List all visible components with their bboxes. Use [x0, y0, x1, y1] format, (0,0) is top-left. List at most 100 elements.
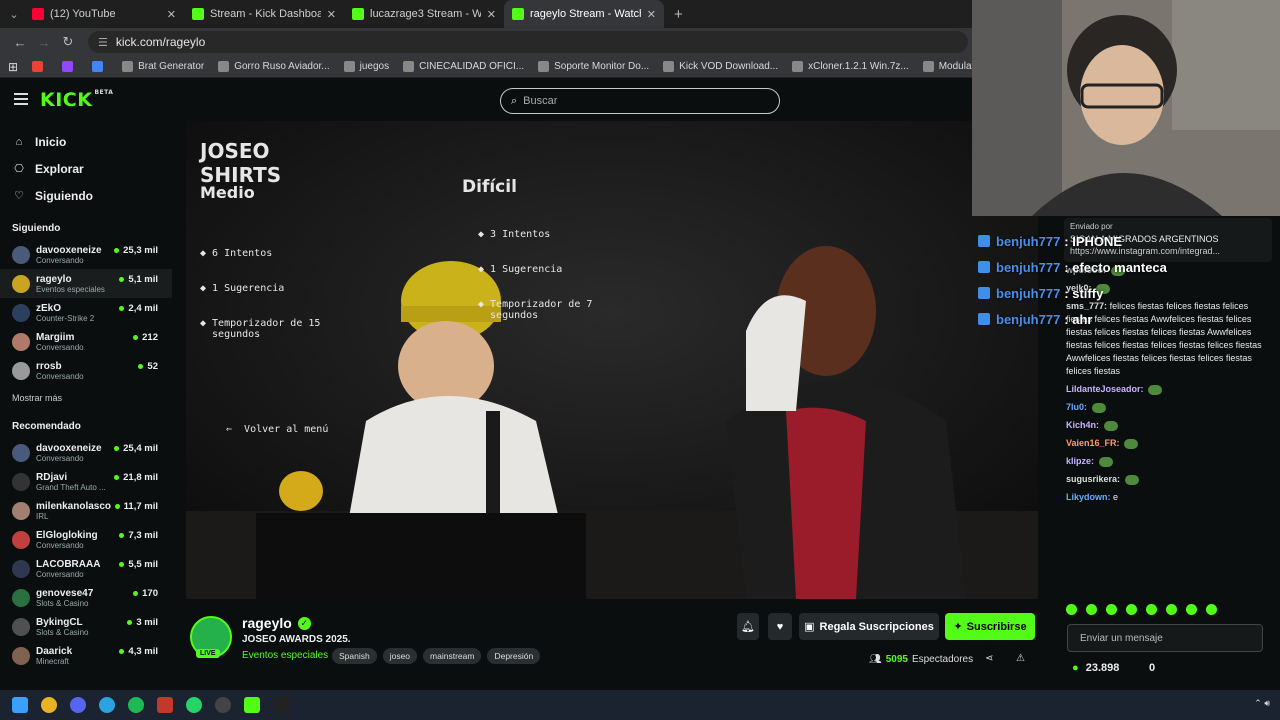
twitch-icon[interactable] — [62, 61, 78, 72]
browser-tab[interactable]: Stream - Kick Dashboard ✕ — [184, 0, 344, 28]
sidebar-channel[interactable]: milenkanolasco IRL 11,7 mil — [0, 496, 172, 525]
chat-username[interactable]: 7lu0: — [1066, 402, 1087, 412]
sidebar-channel[interactable]: ElGlogloking Conversando 7,3 mil — [0, 525, 172, 554]
live-dot-icon — [119, 562, 125, 567]
show-more-link[interactable]: Mostrar más — [0, 393, 172, 403]
stream-tag[interactable]: Spanish — [332, 648, 377, 664]
browser-tab[interactable]: lucazrage3 Stream - Watch Liv ✕ — [344, 0, 504, 28]
emote-icon[interactable] — [1166, 604, 1177, 615]
sidebar-nav-item[interactable]: ⎔ Explorar — [0, 155, 172, 182]
share-icon[interactable]: ⋖ — [985, 653, 993, 664]
live-dot-icon — [114, 475, 120, 480]
sidebar-channel[interactable]: davooxeneize Conversando 25,4 mil — [0, 438, 172, 467]
sidebar-channel[interactable]: genovese47 Slots & Casino 170 — [0, 583, 172, 612]
close-tab-icon[interactable]: ✕ — [647, 8, 656, 21]
apps-icon[interactable]: ⊞ — [8, 60, 18, 74]
video-player[interactable]: JOSEO SHIRTS Medio ◆ 6 Intentos ◆ 1 Suge… — [186, 121, 1038, 599]
telegram-icon[interactable] — [99, 697, 115, 713]
bookmark-icon[interactable] — [92, 61, 108, 72]
bookmark-icon — [663, 61, 675, 72]
url-field[interactable]: ☰ kick.com/rageylo — [88, 31, 968, 53]
report-icon[interactable]: ⚠ — [1016, 653, 1025, 664]
kick-app-icon[interactable] — [244, 697, 260, 713]
app-icon[interactable] — [157, 697, 173, 713]
chat-username[interactable]: LildanteJoseador: — [1066, 384, 1144, 394]
channel-points[interactable]: ● 23.898 — [1072, 662, 1119, 674]
sidebar-channel[interactable]: rageylo Eventos especiales 5,1 mil — [0, 269, 172, 298]
sidebar-channel[interactable]: Margiim Conversando 212 — [0, 327, 172, 356]
bookmark-item[interactable]: Kick VOD Download... — [663, 61, 778, 72]
chat-username[interactable]: klipze: — [1066, 456, 1094, 466]
whatsapp-icon[interactable] — [186, 697, 202, 713]
sidebar-channel[interactable]: rrosb Conversando 52 — [0, 356, 172, 385]
sidebar-channel[interactable]: davooxeneize Conversando 25,3 mil — [0, 240, 172, 269]
sidebar-channel[interactable]: zEkO Counter-Strike 2 2,4 mil — [0, 298, 172, 327]
close-tab-icon[interactable]: ✕ — [327, 8, 336, 21]
chat-username[interactable]: sugusrikera: — [1066, 474, 1120, 484]
follow-button[interactable]: ♥ — [768, 613, 792, 640]
emote-icon[interactable] — [1206, 604, 1217, 615]
screen-line: JOSEO — [200, 139, 270, 163]
bookmark-item[interactable]: xCloner.1.2.1 Win.7z... — [792, 61, 909, 72]
viewer-count-number: 5095 — [885, 654, 908, 665]
bookmark-item[interactable]: Soporte Monitor Do... — [538, 61, 649, 72]
notifications-button[interactable]: 🔔︎ — [737, 613, 759, 640]
search-box[interactable]: ⌕ — [500, 88, 780, 114]
new-tab-button[interactable]: + — [674, 6, 683, 23]
chat-input[interactable]: Enviar un mensaje — [1067, 624, 1263, 652]
sidebar-channel[interactable]: LACOBRAAA Conversando 5,5 mil — [0, 554, 172, 583]
close-tab-icon[interactable]: ✕ — [167, 8, 176, 21]
chrome-icon[interactable] — [41, 697, 57, 713]
kick-logo[interactable]: KICK BETA — [40, 89, 113, 111]
reload-icon[interactable]: ↻ — [56, 34, 80, 50]
emote-icon[interactable] — [1086, 604, 1097, 615]
forward-icon[interactable]: → — [32, 35, 56, 50]
subscribe-button[interactable]: ✦ Suscribirse — [945, 613, 1035, 640]
emote-icon[interactable] — [1106, 604, 1117, 615]
chat-username[interactable]: Vaien16_FR: — [1066, 438, 1120, 448]
sidebar-channel[interactable]: RDjavi Grand Theft Auto ... 21,8 mil — [0, 467, 172, 496]
alert-user: benjuh777 — [996, 233, 1061, 249]
windows-start-icon[interactable] — [12, 697, 28, 713]
channel-category: Eventos especiales — [36, 284, 105, 294]
channel-name[interactable]: rageylo ✓ — [242, 615, 311, 631]
channel-avatar — [12, 559, 30, 578]
sidebar-nav-item[interactable]: ♡ Siguiendo — [0, 182, 172, 209]
stream-tag[interactable]: mainstream — [423, 648, 482, 664]
close-tab-icon[interactable]: ✕ — [487, 8, 496, 21]
sidebar-nav-item[interactable]: ⌂ Inicio — [0, 128, 172, 155]
gmail-icon[interactable] — [32, 61, 48, 72]
bookmark-label: CINECALIDAD OFICI... — [419, 61, 525, 72]
menu-icon[interactable] — [14, 93, 28, 105]
emote-icon[interactable] — [1146, 604, 1157, 615]
discord-icon[interactable] — [70, 697, 86, 713]
emote-icon[interactable] — [1186, 604, 1197, 615]
tab-search-icon[interactable]: ⌄ — [4, 4, 24, 24]
search-input[interactable] — [523, 95, 754, 107]
system-tray[interactable]: ⌃ 🔊︎ — [1254, 698, 1270, 709]
sidebar-channel[interactable]: Daarick Minecraft 4,3 mil — [0, 641, 172, 670]
spotify-icon[interactable] — [128, 697, 144, 713]
stream-tag[interactable]: Depresión — [487, 648, 541, 664]
chat-username[interactable]: Likydown: — [1066, 492, 1111, 502]
bookmark-item[interactable]: juegos — [343, 61, 389, 72]
sidebar-channel[interactable]: BykingCL Slots & Casino 3 mil — [0, 612, 172, 641]
obs-icon[interactable] — [215, 697, 231, 713]
stream-tag[interactable]: joseo — [382, 648, 418, 664]
browser-tab[interactable]: rageylo Stream - Watch Liv ✕ — [504, 0, 664, 28]
emote-icon[interactable] — [1066, 604, 1077, 615]
emote-icon[interactable] — [1126, 604, 1137, 615]
bookmark-item[interactable]: Gorro Ruso Aviador... — [218, 61, 330, 72]
chat-username[interactable]: Kich4n: — [1066, 420, 1099, 430]
gift-subs-button[interactable]: ▣ Regala Suscripciones — [799, 613, 939, 640]
stream-category[interactable]: Eventos especiales — [242, 650, 328, 661]
following-title: Siguiendo — [12, 223, 61, 234]
bookmark-icon — [922, 61, 934, 72]
epic-icon[interactable] — [273, 697, 289, 713]
site-info-icon[interactable]: ☰ — [98, 36, 108, 49]
gift-subs-label: Regala Suscripciones — [819, 620, 934, 633]
bookmark-item[interactable]: CINECALIDAD OFICI... — [403, 61, 524, 72]
browser-tab[interactable]: (12) YouTube ✕ — [24, 0, 184, 28]
back-icon[interactable]: ← — [8, 35, 32, 50]
bookmark-item[interactable]: Brat Generator — [122, 61, 204, 72]
